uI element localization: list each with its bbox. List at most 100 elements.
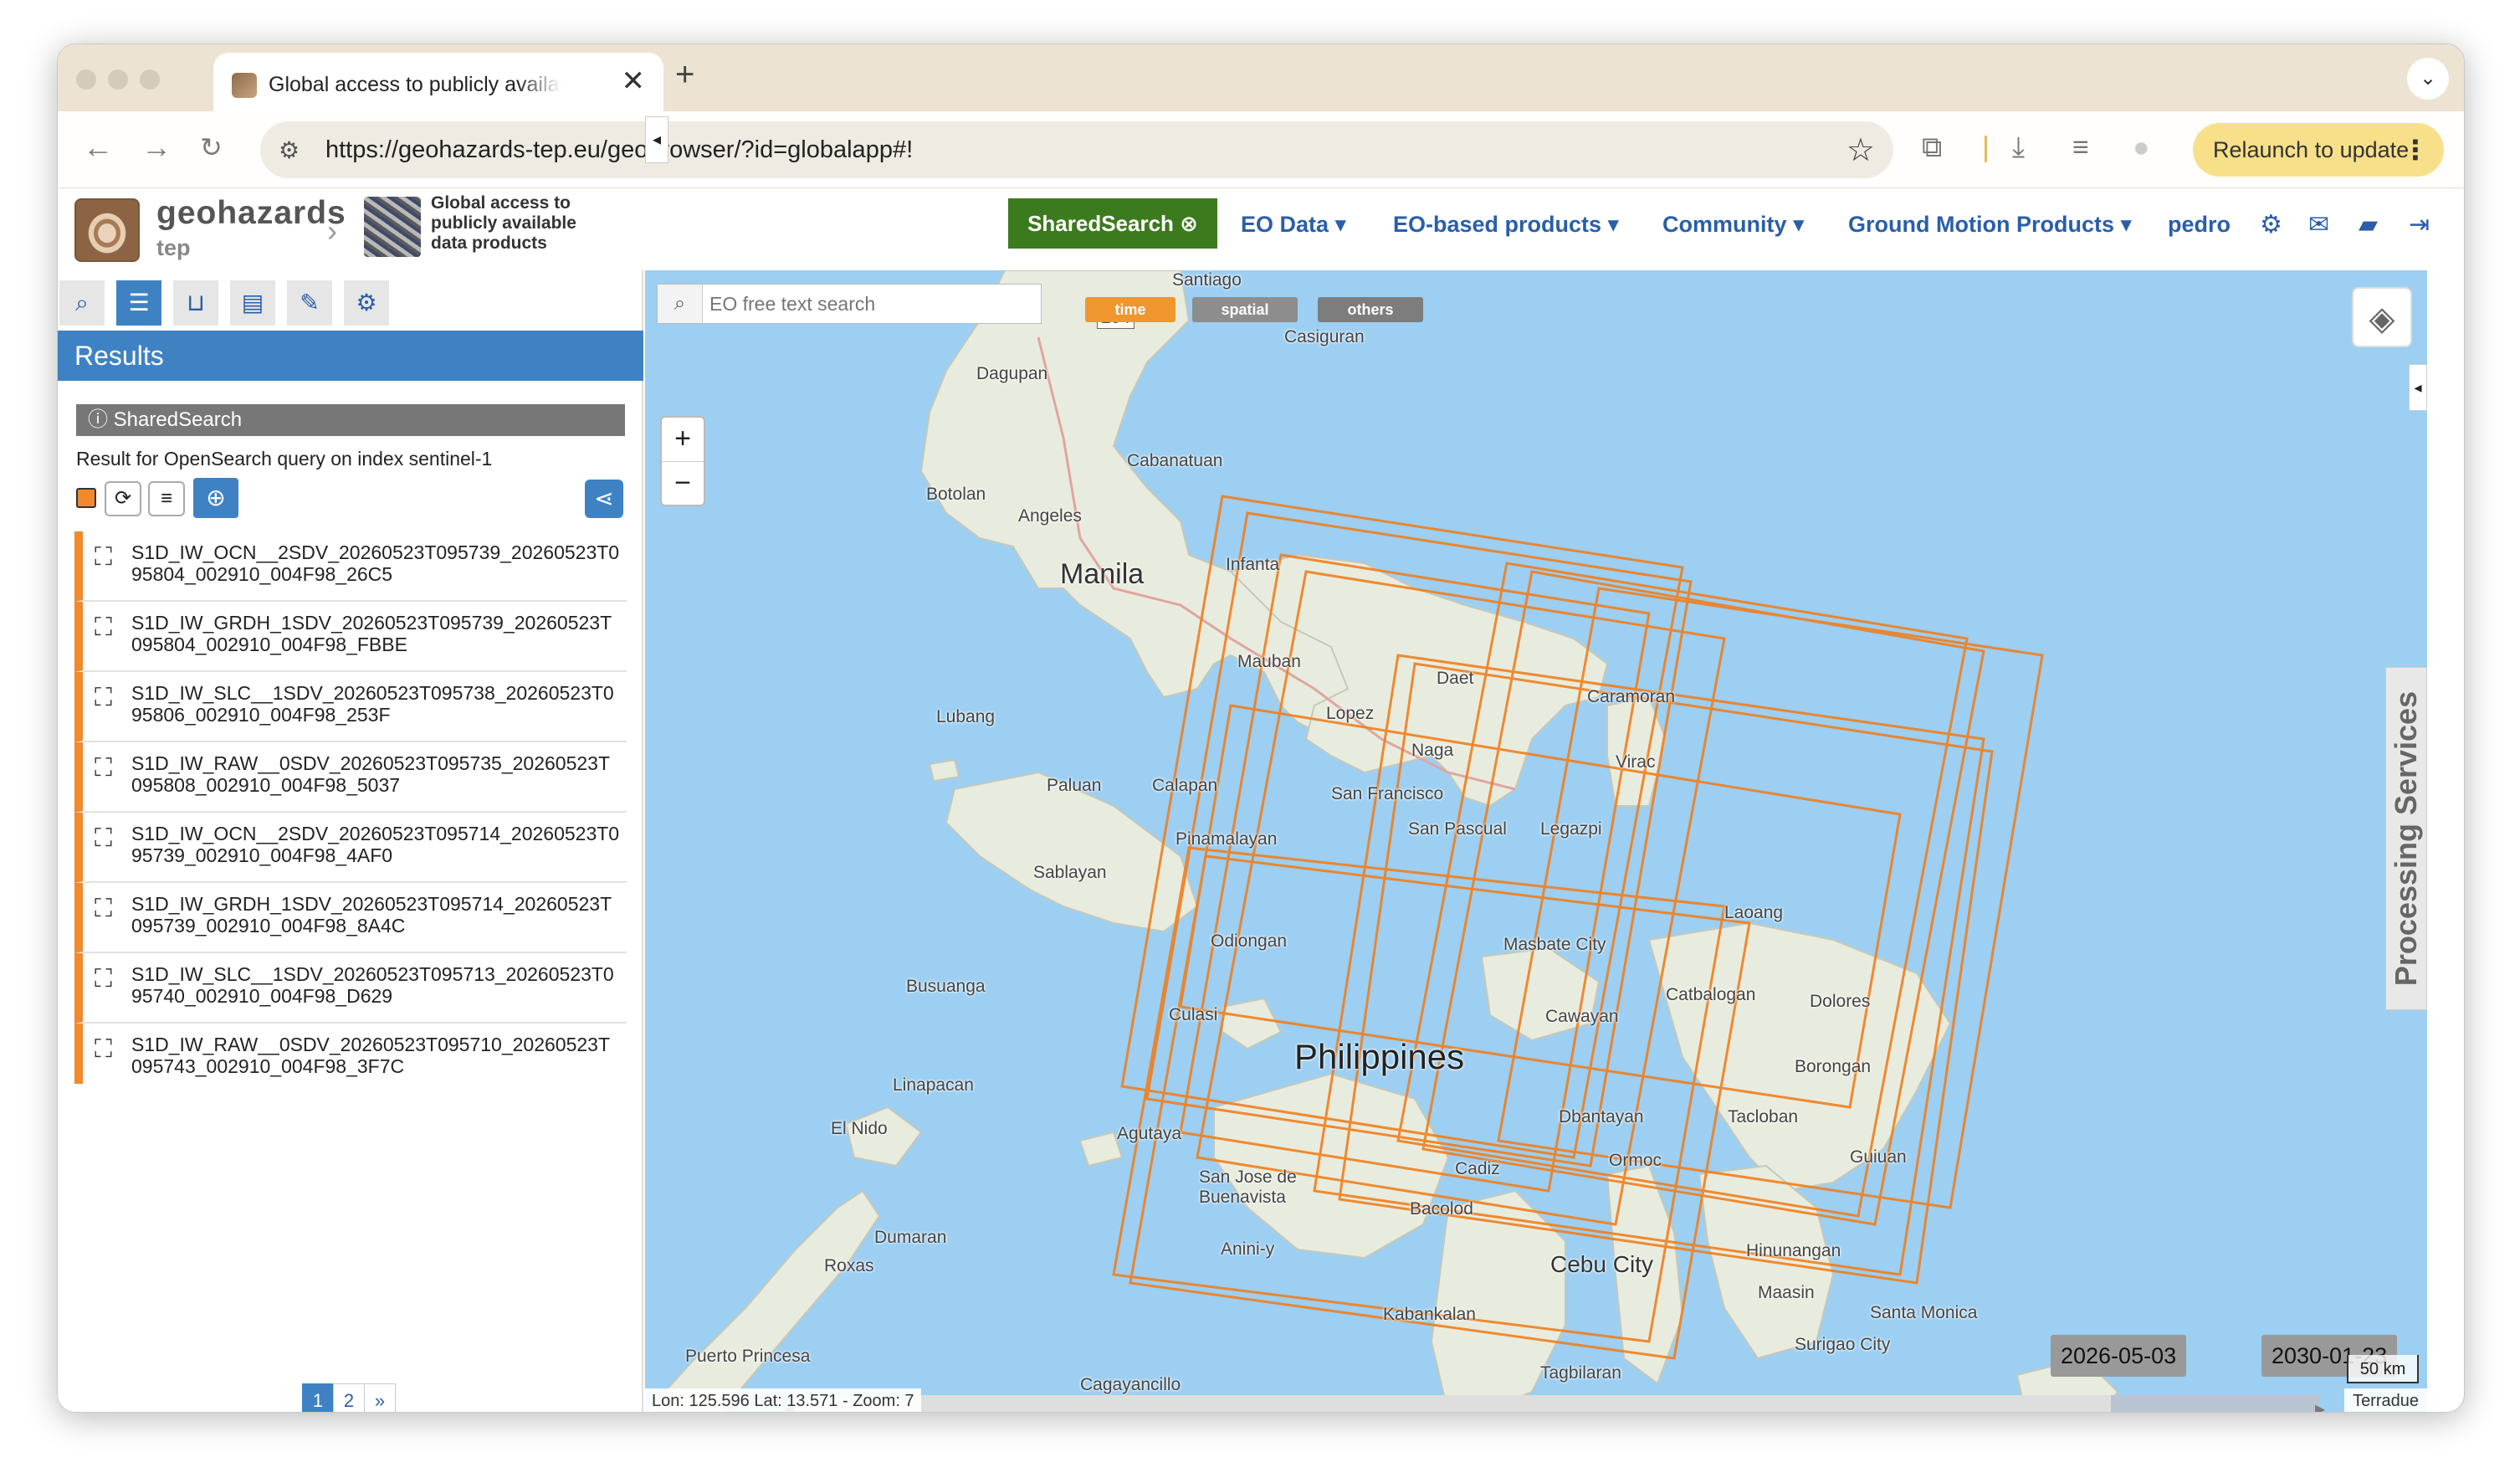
map-label: Santa Monica xyxy=(1870,1303,1978,1322)
footprint-icon[interactable]: ⛶ xyxy=(95,824,112,853)
footprint-icon[interactable]: ⛶ xyxy=(95,965,112,993)
shared-search-button[interactable]: SharedSearch ⊗ xyxy=(1008,198,1217,249)
footprint-icon[interactable]: ⛶ xyxy=(95,613,112,642)
page-button[interactable]: 1 xyxy=(302,1383,334,1412)
refresh-icon[interactable]: ⟳ xyxy=(105,481,141,516)
map-label: Cebu City xyxy=(1550,1251,1653,1277)
map-attribution: Terradue xyxy=(2344,1388,2427,1412)
result-item[interactable]: ⛶ S1D_IW_SLC__1SDV_20260523T095713_202605… xyxy=(74,953,627,1024)
map-label: El Nido xyxy=(831,1119,888,1138)
timeline-track[interactable] xyxy=(796,1395,2318,1412)
result-identifier[interactable]: S1D_IW_GRDH_1SDV_20260523T095714_2026052… xyxy=(131,893,627,936)
map-label: Guiuan xyxy=(1850,1147,1907,1167)
footprint-icon[interactable]: ⛶ xyxy=(95,543,112,572)
result-identifier[interactable]: S1D_IW_RAW__0SDV_20260523T095735_2026052… xyxy=(131,752,627,796)
zoom-in-button[interactable]: + xyxy=(662,418,704,461)
results-list-tool-icon[interactable]: ☰ xyxy=(116,280,161,326)
map-label: Cawayan xyxy=(1545,1007,1619,1026)
map-view[interactable]: Santiago 204 Casiguran Dagupan Cabanatua… xyxy=(645,270,2427,1412)
result-item[interactable]: ⛶ S1D_IW_OCN__2SDV_20260523T095739_202605… xyxy=(74,531,627,602)
footprint-icon[interactable]: ⛶ xyxy=(95,1035,112,1064)
mail-icon[interactable]: ✉ xyxy=(2308,210,2329,239)
archive-tool-icon[interactable]: ▤ xyxy=(230,280,275,326)
map-label: Cadiz xyxy=(1455,1159,1500,1178)
add-to-basket-icon[interactable]: ⊕ xyxy=(193,478,238,518)
result-item[interactable]: ⛶ S1D_IW_GRDH_1SDV_20260523T095739_202605… xyxy=(74,602,627,672)
zoom-out-button[interactable]: − xyxy=(662,461,704,505)
settings-tool-icon[interactable]: ⚙ xyxy=(344,280,389,326)
footprint-icon[interactable]: ⛶ xyxy=(95,684,112,712)
search-tool-icon[interactable]: ⌕ xyxy=(59,280,105,326)
address-bar[interactable]: ⚙ https://geohazards-tep.eu/geobrowser/?… xyxy=(260,121,1893,178)
list-view-icon[interactable]: ≡ xyxy=(148,481,185,516)
edit-tool-icon[interactable]: ✎ xyxy=(287,280,332,326)
search-icon[interactable]: ⌕ xyxy=(658,285,703,323)
settings-gear-icon[interactable]: ⚙ xyxy=(2260,210,2282,239)
filter-tag-spatial[interactable]: spatial xyxy=(1192,297,1298,322)
user-menu[interactable]: pedro xyxy=(2168,212,2231,238)
result-item[interactable]: ⛶ S1D_IW_OCN__2SDV_20260523T095714_202605… xyxy=(74,813,627,883)
processing-services-tab[interactable]: Processing Services xyxy=(2385,667,2427,1010)
menu-ground-motion-products[interactable]: Ground Motion Products ▾ xyxy=(1848,212,2132,238)
footprint-icon[interactable]: ⛶ xyxy=(95,754,112,783)
relaunch-button[interactable]: Relaunch to update ⋮ xyxy=(2193,123,2444,177)
eo-search-input[interactable] xyxy=(709,291,1027,316)
logout-icon[interactable]: ⇥ xyxy=(2409,210,2430,239)
sidebar-collapse-icon[interactable]: ◂ xyxy=(645,116,668,163)
book-icon[interactable]: ▰ xyxy=(2359,210,2378,239)
map-label: Virac xyxy=(1616,752,1656,772)
result-item[interactable]: ⛶ S1D_IW_RAW__0SDV_20260523T095710_202605… xyxy=(74,1024,627,1084)
menu-eo-based-products[interactable]: EO-based products ▾ xyxy=(1393,212,1619,238)
profile-avatar-icon[interactable]: ● xyxy=(2133,131,2150,164)
page-button[interactable]: 2 xyxy=(333,1383,365,1412)
media-control-icon[interactable]: ≡ xyxy=(2072,131,2089,164)
map-label: San Pascual xyxy=(1408,819,1507,839)
result-identifier[interactable]: S1D_IW_OCN__2SDV_20260523T095739_2026052… xyxy=(131,541,627,585)
map-label: Dolores xyxy=(1810,992,1871,1011)
map-label: Cagayancillo xyxy=(1080,1375,1181,1394)
more-menu-icon[interactable]: ⋮ xyxy=(2402,123,2429,177)
tab-search-chevron-icon[interactable]: ⌄ xyxy=(2407,58,2449,100)
result-identifier[interactable]: S1D_IW_SLC__1SDV_20260523T095713_2026052… xyxy=(131,963,627,1007)
filter-tag-others[interactable]: others xyxy=(1318,297,1423,322)
logo-text[interactable]: geohazards xyxy=(156,195,346,232)
result-item[interactable]: ⛶ S1D_IW_RAW__0SDV_20260523T095735_202605… xyxy=(74,742,627,813)
timeline-right-handle-icon[interactable]: ▸ xyxy=(2315,1397,2325,1412)
forward-icon[interactable]: → xyxy=(141,130,172,165)
tab-close-icon[interactable]: ✕ xyxy=(622,64,646,98)
share-icon[interactable]: ⋖ xyxy=(585,480,623,518)
filter-tag-time[interactable]: time xyxy=(1085,297,1175,322)
site-info-icon[interactable]: ⚙ xyxy=(279,136,300,164)
select-all-checkbox[interactable] xyxy=(76,488,96,508)
layers-icon[interactable]: ◈ xyxy=(2352,287,2412,347)
timeline-selected-range[interactable] xyxy=(2111,1395,2320,1412)
result-identifier[interactable]: S1D_IW_SLC__1SDV_20260523T095738_2026052… xyxy=(131,682,627,726)
result-item[interactable]: ⛶ S1D_IW_GRDH_1SDV_20260523T095714_202605… xyxy=(74,883,627,953)
result-identifier[interactable]: S1D_IW_GRDH_1SDV_20260523T095739_2026052… xyxy=(131,612,627,655)
new-tab-button[interactable]: + xyxy=(675,56,694,94)
maximize-window-icon[interactable] xyxy=(140,69,160,90)
menu-eo-data[interactable]: EO Data ▾ xyxy=(1241,212,1346,238)
footprint-icon[interactable]: ⛶ xyxy=(95,895,112,923)
url-text[interactable]: https://geohazards-tep.eu/geobrowser/?id… xyxy=(325,136,913,164)
tab-strip: Global access to publicly available data… xyxy=(58,44,2464,111)
basket-tool-icon[interactable]: ⊔ xyxy=(173,280,218,326)
right-panel-collapse-icon[interactable]: ◂ xyxy=(2409,364,2427,411)
download-icon[interactable]: ⤓ xyxy=(2012,131,2025,164)
extensions-icon[interactable]: ⧉ xyxy=(1922,131,1942,164)
back-icon[interactable]: ← xyxy=(83,130,113,165)
result-identifier[interactable]: S1D_IW_RAW__0SDV_20260523T095710_2026052… xyxy=(131,1034,627,1077)
page-next-button[interactable]: » xyxy=(364,1383,396,1412)
geohazards-logo-icon[interactable] xyxy=(74,198,140,262)
result-identifier[interactable]: S1D_IW_OCN__2SDV_20260523T095714_2026052… xyxy=(131,823,627,866)
close-window-icon[interactable] xyxy=(76,69,96,90)
bookmark-star-icon[interactable]: ☆ xyxy=(1846,131,1875,169)
result-item[interactable]: ⛶ S1D_IW_SLC__1SDV_20260523T095738_202605… xyxy=(74,672,627,742)
minimize-window-icon[interactable] xyxy=(108,69,128,90)
menu-community[interactable]: Community ▾ xyxy=(1662,212,1805,238)
timeline-start-date[interactable]: 2026-05-03 xyxy=(2051,1335,2187,1377)
browser-tab[interactable]: Global access to publicly available data… xyxy=(213,53,663,111)
map-label: Linapacan xyxy=(893,1075,974,1095)
reload-icon[interactable]: ↻ xyxy=(200,131,223,163)
map-label: Cabanatuan xyxy=(1127,451,1223,470)
